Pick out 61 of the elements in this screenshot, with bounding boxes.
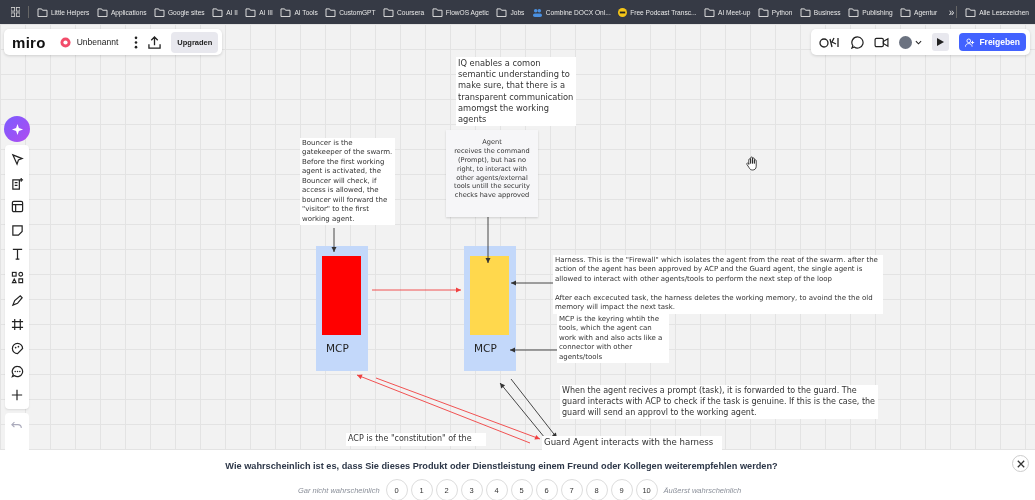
apps-grid-icon[interactable] [11, 7, 20, 17]
person-add-icon [965, 37, 976, 47]
overflow-chevron[interactable]: » [948, 6, 955, 18]
folder-icon [212, 7, 224, 17]
frame-icon[interactable] [10, 318, 24, 331]
folder-icon [704, 7, 716, 17]
folder-icon [848, 7, 860, 17]
templates-icon[interactable] [10, 176, 24, 190]
layout-icon[interactable] [10, 200, 24, 214]
share-button[interactable]: Freigeben [959, 33, 1026, 51]
present-button[interactable] [932, 33, 950, 51]
connector-arrow [510, 280, 554, 286]
folder-icon [757, 7, 769, 17]
folder-icon [96, 7, 108, 17]
ai-sparkle-button[interactable] [4, 116, 30, 142]
folder-icon [280, 7, 292, 17]
folder-icon [245, 7, 257, 17]
close-button[interactable] [1012, 455, 1029, 472]
folder-icon [36, 7, 48, 17]
folder-icon [965, 7, 977, 17]
connector-arrow [509, 347, 558, 353]
survey-question: Wie wahrscheinlich ist es, dass Sie dieses Produkt oder Dienstleistung einem Freund oder Kollegen weiterempfehlen werden? [224, 461, 779, 471]
board-name[interactable]: Unbenannt [76, 37, 119, 47]
plus-icon[interactable] [11, 388, 23, 401]
chat-icon[interactable] [851, 35, 865, 49]
avatar-circle[interactable] [899, 35, 913, 49]
sticker-icon[interactable] [10, 341, 24, 355]
board-canvas[interactable] [0, 24, 1035, 500]
connector-arrow [485, 216, 491, 264]
caret-icon[interactable] [915, 39, 923, 45]
close-icon [1016, 459, 1025, 468]
pen-icon[interactable] [10, 294, 24, 308]
people-icon [531, 7, 543, 17]
miro-logo[interactable]: miro [12, 33, 46, 51]
play-icon [937, 38, 945, 46]
text-note: ACP is the "constitution" of the [346, 433, 486, 446]
block-label: MCP [474, 342, 497, 354]
folder-icon [325, 7, 337, 17]
text-note: Guard Agent interacts with the harness [542, 436, 722, 450]
connector-arrow [331, 227, 337, 253]
folder-icon [799, 7, 811, 17]
video-icon[interactable] [874, 36, 890, 48]
board-icon [59, 36, 71, 48]
upload-icon[interactable] [148, 35, 162, 49]
more-icon[interactable] [134, 35, 139, 49]
text-note: When the agent recives a prompt (task), it is forwarded to the guard. The guard interacts with ACP to check if the task is genuine. If this is the case, the guard will send an approvl to the working agent. [560, 385, 878, 420]
folder-icon [900, 7, 912, 17]
folder-icon [496, 7, 508, 17]
sticky-note-icon[interactable] [10, 223, 24, 237]
folder-icon [153, 7, 165, 17]
hand-cursor-icon [746, 156, 759, 171]
text-note: IQ enables a comon semantic understanding to make sure, that there is a transparent communication amomgst the working agents [456, 57, 576, 127]
sparkle-icon [10, 122, 24, 136]
block-label: MCP [326, 342, 349, 354]
folder-icon [431, 7, 443, 17]
folder-icon [383, 7, 395, 17]
text-icon[interactable] [10, 247, 24, 261]
select-arrow-icon[interactable] [10, 153, 24, 167]
circle-icon [618, 7, 628, 17]
comment-icon[interactable] [10, 365, 24, 379]
shapes-icon[interactable] [10, 270, 24, 284]
